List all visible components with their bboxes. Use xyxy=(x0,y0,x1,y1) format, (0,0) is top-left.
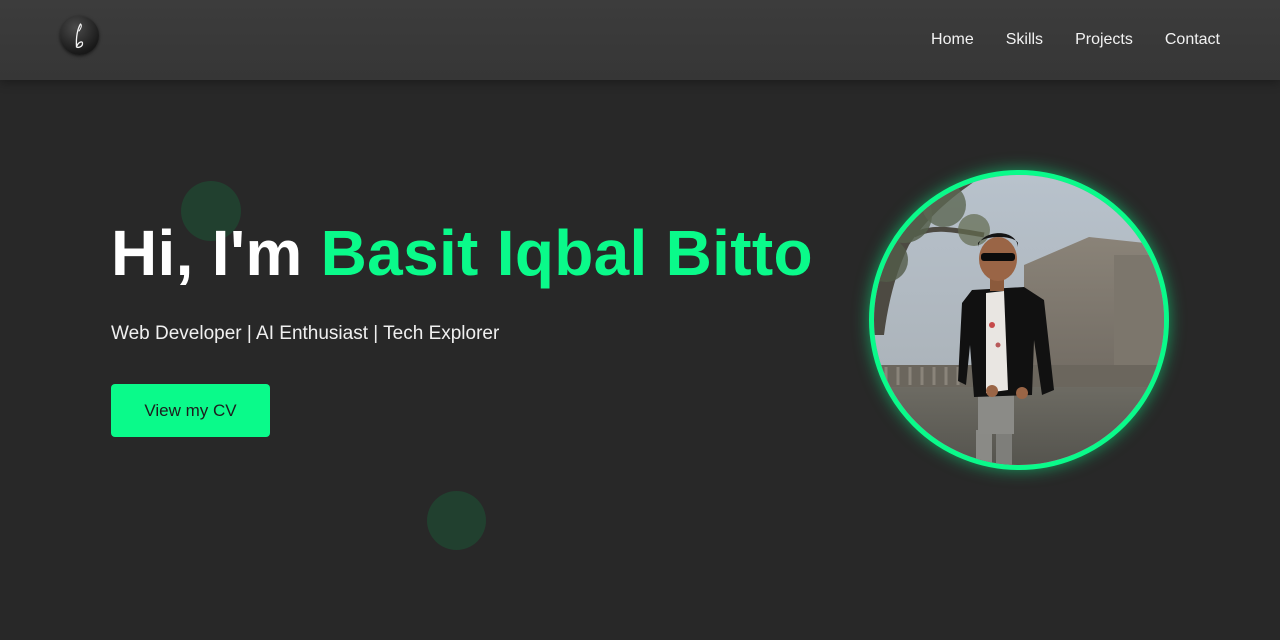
navbar: Home Skills Projects Contact xyxy=(0,0,1280,80)
signature-logo-icon[interactable] xyxy=(60,16,99,55)
hero-name: Basit Iqbal Bitto xyxy=(320,217,813,289)
nav-link-contact[interactable]: Contact xyxy=(1165,31,1220,49)
greeting-text: Hi, I'm xyxy=(111,217,321,289)
decorative-bubble xyxy=(427,491,486,550)
nav-link-projects[interactable]: Projects xyxy=(1075,31,1133,49)
profile-photo xyxy=(869,170,1169,470)
hero-headline: Hi, I'm Basit Iqbal Bitto xyxy=(111,216,813,290)
profile-photo-image xyxy=(874,175,1164,465)
nav-links: Home Skills Projects Contact xyxy=(931,0,1220,80)
hero-tagline: Web Developer | AI Enthusiast | Tech Exp… xyxy=(111,323,500,344)
nav-link-skills[interactable]: Skills xyxy=(1006,31,1043,49)
view-cv-button[interactable]: View my CV xyxy=(111,384,270,437)
nav-link-home[interactable]: Home xyxy=(931,31,974,49)
hero-section: Hi, I'm Basit Iqbal Bitto Web Developer … xyxy=(0,80,1280,640)
